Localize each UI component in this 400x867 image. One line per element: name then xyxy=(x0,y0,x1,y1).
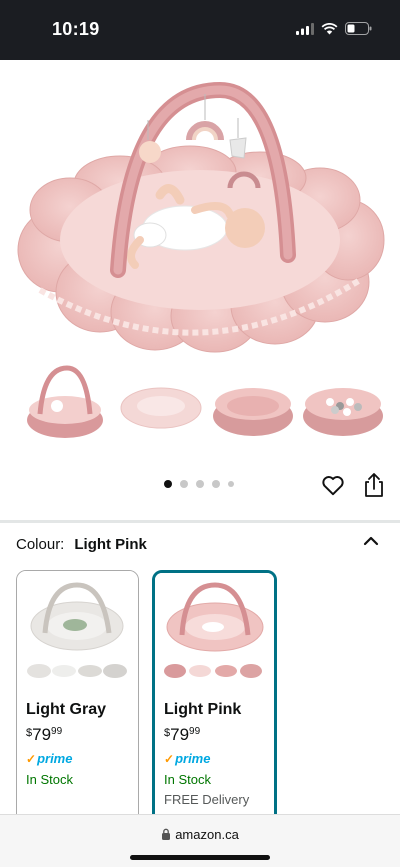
url-display[interactable]: amazon.ca xyxy=(0,827,400,842)
status-bar: 10:19 xyxy=(0,0,400,60)
home-indicator[interactable] xyxy=(130,855,270,860)
thumbnail-1[interactable] xyxy=(22,362,108,448)
swatch-light-pink[interactable]: Light Pink $ 79 99 ✓ prime In Stock FREE… xyxy=(152,570,277,830)
page-dot-2[interactable] xyxy=(180,480,188,488)
wifi-icon xyxy=(321,22,338,34)
stock-status: In Stock xyxy=(26,772,73,787)
prime-badge: ✓ prime xyxy=(164,751,265,766)
product-main-image[interactable] xyxy=(0,60,400,360)
swatch-name: Light Gray xyxy=(26,701,107,718)
page-dot-5[interactable] xyxy=(228,481,234,487)
prime-check-icon: ✓ xyxy=(164,751,175,766)
prime-label: prime xyxy=(37,751,73,766)
page-dot-1[interactable] xyxy=(164,480,172,488)
chevron-up-icon[interactable] xyxy=(362,532,380,550)
share-icon[interactable] xyxy=(362,472,386,498)
battery-icon xyxy=(345,22,372,35)
status-icons xyxy=(296,22,372,35)
swatch-price: $ 79 99 xyxy=(26,725,129,745)
prime-check-icon: ✓ xyxy=(26,751,37,766)
browser-address-bar[interactable]: amazon.ca xyxy=(0,814,400,867)
heart-icon[interactable] xyxy=(320,472,346,498)
price-whole: 79 xyxy=(32,725,52,744)
thumbnail-2[interactable] xyxy=(118,362,204,448)
swatch-image-light-pink xyxy=(155,573,274,689)
prime-label: prime xyxy=(175,751,211,766)
delivery-info: FREE Delivery xyxy=(164,792,250,807)
image-pagination[interactable] xyxy=(164,480,234,488)
lock-icon xyxy=(162,828,171,840)
status-time: 10:19 xyxy=(52,19,100,39)
signal-icon xyxy=(296,22,314,35)
swatch-image-light-gray xyxy=(17,571,138,689)
prime-badge: ✓ prime xyxy=(26,751,129,766)
thumbnail-strip xyxy=(0,362,400,448)
play-gym-illustration xyxy=(17,81,385,353)
swatch-name: Light Pink xyxy=(164,701,242,718)
url-text: amazon.ca xyxy=(175,827,239,842)
swatch-price: $ 79 99 xyxy=(164,725,265,745)
colour-selector-header: Colour: Light Pink xyxy=(16,536,147,553)
price-whole: 79 xyxy=(170,725,190,744)
price-cents: 99 xyxy=(189,726,201,737)
stock-status: In Stock xyxy=(164,772,211,787)
colour-label: Colour: xyxy=(16,536,65,553)
page-dot-4[interactable] xyxy=(212,480,220,488)
swatch-light-gray[interactable]: Light Gray $ 79 99 ✓ prime In Stock xyxy=(16,570,139,830)
thumbnail-4[interactable] xyxy=(300,362,386,448)
thumbnail-3[interactable] xyxy=(210,362,296,448)
colour-value: Light Pink xyxy=(74,536,147,553)
page-dot-3[interactable] xyxy=(196,480,204,488)
section-divider xyxy=(0,520,400,523)
price-cents: 99 xyxy=(51,726,63,737)
